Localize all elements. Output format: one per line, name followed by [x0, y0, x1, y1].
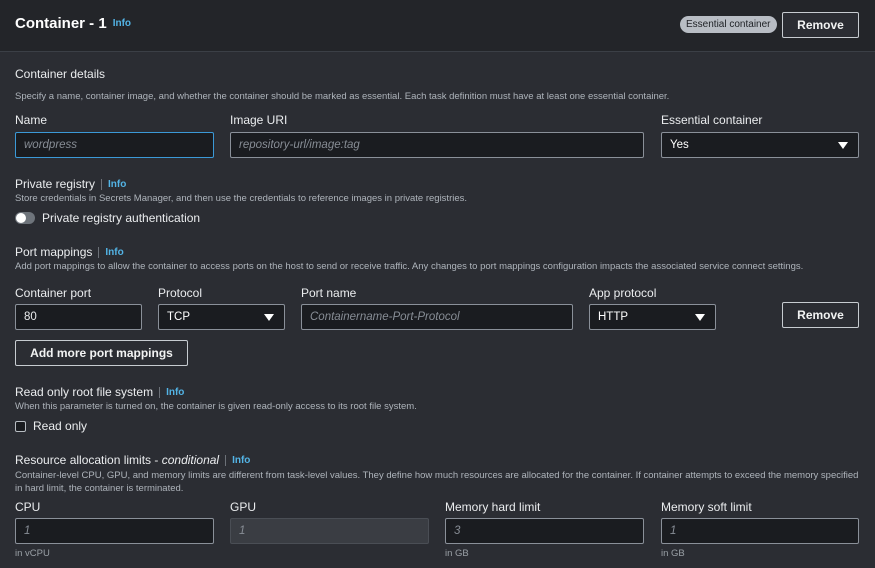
essential-badge: Essential container	[680, 16, 777, 33]
memory-soft-limit-help: in GB	[661, 548, 685, 559]
read-only-checkbox-label: Read only	[33, 419, 88, 433]
app-protocol-value: HTTP	[598, 311, 629, 323]
divider	[101, 178, 103, 190]
protocol-value: TCP	[167, 311, 190, 323]
memory-hard-limit-input[interactable]: 3	[445, 518, 644, 544]
container-port-label: Container port	[15, 286, 92, 300]
resource-limits-heading-row: Resource allocation limits - conditional…	[15, 453, 250, 467]
cpu-label: CPU	[15, 500, 41, 514]
read-only-checkbox-row[interactable]: Read only	[15, 419, 87, 433]
caret-down-icon	[838, 142, 848, 149]
essential-container-value: Yes	[670, 139, 689, 151]
remove-port-mapping-button[interactable]: Remove	[782, 302, 859, 328]
private-registry-info-link[interactable]: Info	[108, 179, 126, 190]
container-details-description: Specify a name, container image, and whe…	[15, 91, 670, 102]
read-only-description: When this parameter is turned on, the co…	[15, 401, 417, 412]
private-registry-description: Store credentials in Secrets Manager, an…	[15, 193, 468, 204]
memory-soft-limit-label: Memory soft limit	[661, 500, 752, 514]
private-registry-toggle-row[interactable]: Private registry authentication	[15, 211, 200, 225]
memory-soft-limit-input[interactable]: 1	[661, 518, 859, 544]
container-title: Container - 1 Info	[15, 15, 131, 32]
app-protocol-select[interactable]: HTTP	[589, 304, 716, 330]
name-input[interactable]: wordpress	[15, 132, 214, 158]
memory-hard-limit-help: in GB	[445, 548, 469, 559]
gpu-input: 1	[230, 518, 429, 544]
container-port-input[interactable]: 80	[15, 304, 142, 330]
title-info-link[interactable]: Info	[113, 18, 131, 29]
private-registry-toggle-label: Private registry authentication	[42, 211, 201, 225]
app-protocol-label: App protocol	[589, 286, 657, 300]
essential-container-select[interactable]: Yes	[661, 132, 859, 158]
port-name-input[interactable]: Containername-Port-Protocol	[301, 304, 573, 330]
resource-limits-info-link[interactable]: Info	[232, 455, 250, 466]
divider	[225, 454, 227, 466]
essential-container-label: Essential container	[661, 113, 763, 127]
gpu-label: GPU	[230, 500, 257, 514]
image-uri-label: Image URI	[230, 113, 288, 127]
read-only-info-link[interactable]: Info	[166, 387, 184, 398]
read-only-checkbox[interactable]	[15, 420, 26, 432]
protocol-label: Protocol	[158, 286, 203, 300]
private-registry-toggle[interactable]	[15, 212, 35, 224]
caret-down-icon	[695, 314, 705, 321]
read-only-heading-row: Read only root file system Info	[15, 385, 184, 399]
private-registry-heading-row: Private registry Info	[15, 177, 126, 191]
resource-limits-heading-text: Resource allocation limits -	[15, 453, 162, 467]
cpu-help: in vCPU	[15, 548, 50, 559]
name-label: Name	[15, 113, 48, 127]
port-mappings-heading-row: Port mappings Info	[15, 245, 124, 259]
container-details-heading: Container details	[15, 67, 106, 81]
divider	[98, 246, 100, 258]
read-only-heading: Read only root file system	[15, 385, 154, 399]
toggle-knob	[16, 213, 26, 223]
memory-hard-limit-label: Memory hard limit	[445, 500, 541, 514]
image-uri-input[interactable]: repository-url/image:tag	[230, 132, 644, 158]
caret-down-icon	[264, 314, 274, 321]
cpu-input[interactable]: 1	[15, 518, 214, 544]
resource-limits-heading: Resource allocation limits - conditional	[15, 453, 219, 467]
remove-container-button[interactable]: Remove	[782, 12, 859, 38]
resource-limits-description: Container-level CPU, GPU, and memory lim…	[15, 470, 859, 494]
protocol-select[interactable]: TCP	[158, 304, 285, 330]
private-registry-heading: Private registry	[15, 177, 96, 191]
port-name-label: Port name	[301, 286, 357, 300]
add-port-mapping-button[interactable]: Add more port mappings	[15, 340, 188, 366]
port-mappings-info-link[interactable]: Info	[105, 247, 123, 258]
resource-limits-heading-conditional: conditional	[161, 453, 220, 467]
port-mappings-heading: Port mappings	[15, 245, 93, 259]
page-title: Container - 1	[15, 15, 107, 32]
port-mappings-description: Add port mappings to allow the container…	[15, 261, 804, 272]
divider	[159, 386, 161, 398]
